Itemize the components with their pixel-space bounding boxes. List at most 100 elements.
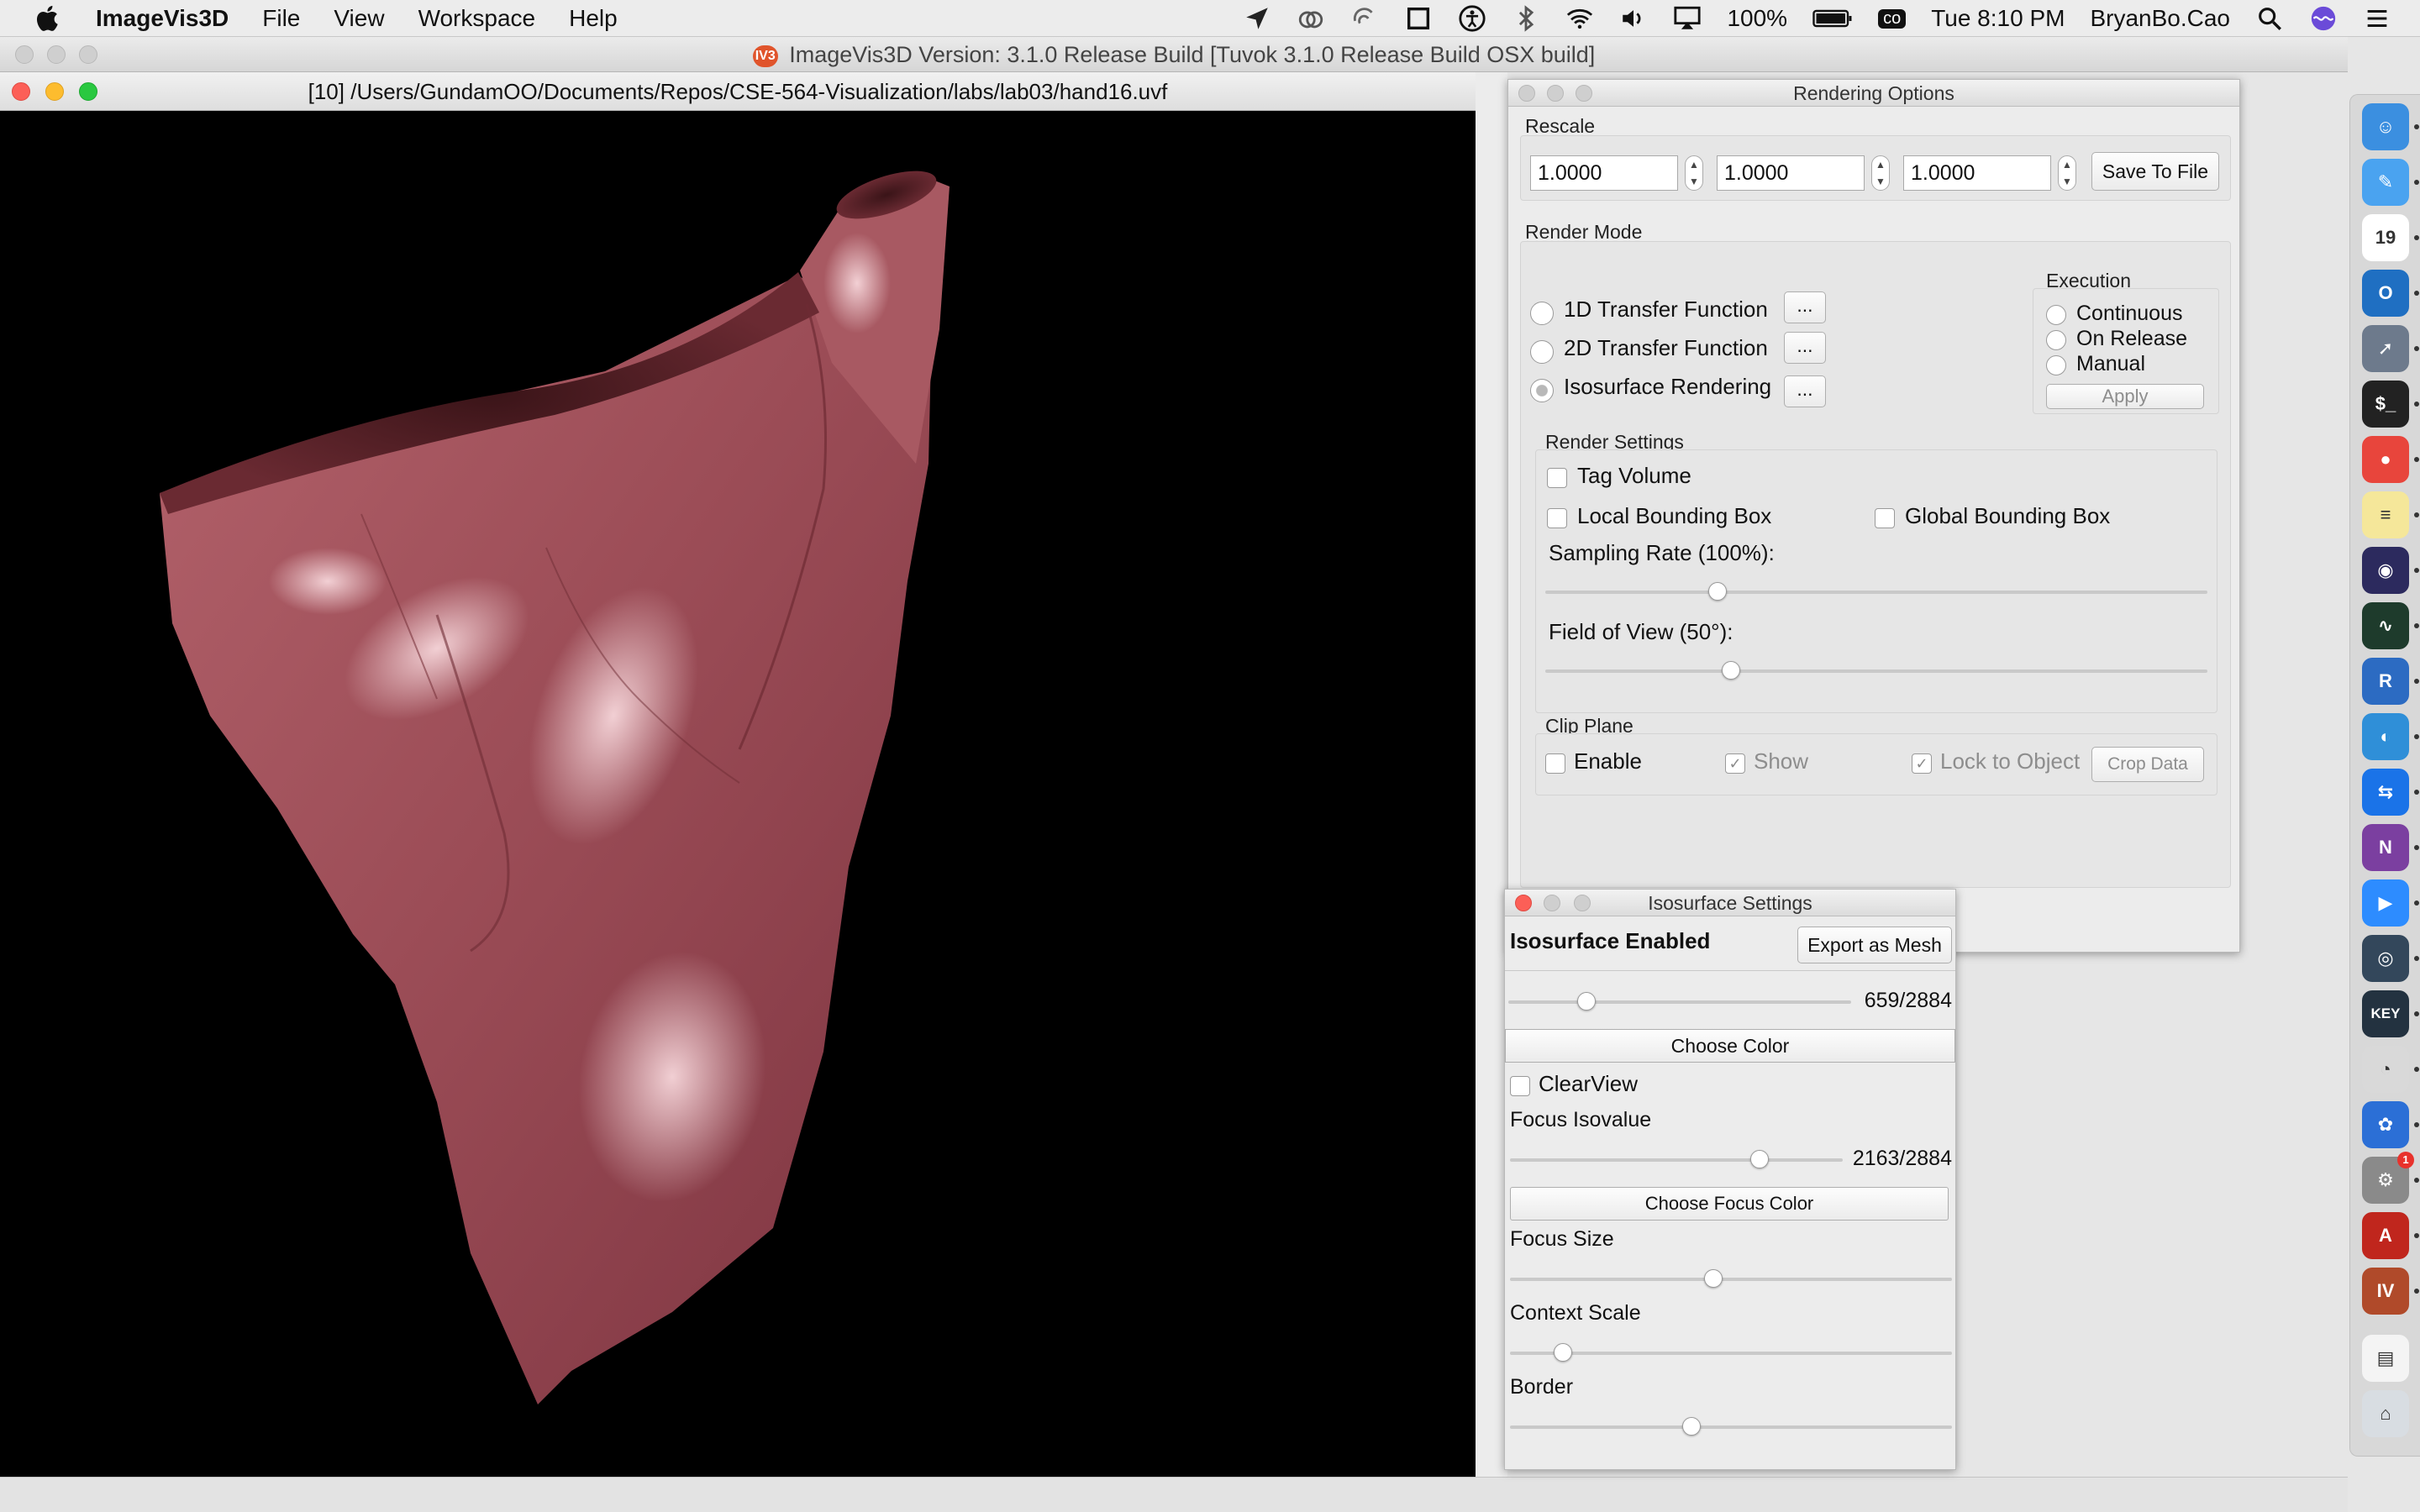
apple-menu-icon[interactable] xyxy=(34,3,64,34)
launchpad-icon[interactable]: ➚ xyxy=(2362,325,2409,372)
execution-continuous-radio[interactable] xyxy=(2046,305,2066,325)
execution-on-release-radio[interactable] xyxy=(2046,330,2066,350)
rendering-options-titlebar[interactable]: Rendering Options xyxy=(1508,80,2239,107)
field-of-view-track[interactable] xyxy=(1545,669,2207,673)
border-track[interactable] xyxy=(1510,1425,1952,1429)
rendering-options-minimize-button[interactable] xyxy=(1547,85,1564,102)
bluetooth-icon[interactable] xyxy=(1512,4,1540,33)
rescale-x-input[interactable]: 1.0000 xyxy=(1530,155,1678,191)
location-icon[interactable] xyxy=(1243,4,1271,33)
teamviewer-icon[interactable]: ⇆ xyxy=(2362,769,2409,816)
nuclear-icon[interactable]: ◔ xyxy=(2362,1046,2409,1093)
colors-icon[interactable]: ✿ xyxy=(2362,1101,2409,1148)
mode-2d-tf-more-button[interactable]: ... xyxy=(1784,332,1826,364)
choose-color-button[interactable]: Choose Color xyxy=(1505,1029,1955,1063)
rescale-y-input[interactable]: 1.0000 xyxy=(1717,155,1865,191)
running-indicator xyxy=(2414,1233,2419,1238)
local-bbox-checkbox[interactable] xyxy=(1547,508,1567,528)
mode-1d-tf-more-button[interactable]: ... xyxy=(1784,291,1826,323)
rescale-z-stepper[interactable]: ▲ ▼ xyxy=(2058,155,2076,191)
isovalue-slider-handle[interactable] xyxy=(1577,992,1597,1011)
rescale-y-stepper[interactable]: ▲ ▼ xyxy=(1871,155,1890,191)
document-icon[interactable]: ▤ xyxy=(2362,1335,2409,1382)
export-as-mesh-button[interactable]: Export as Mesh xyxy=(1797,927,1952,963)
rescale-z-input[interactable]: 1.0000 xyxy=(1903,155,2051,191)
main-window-titlebar[interactable]: IV3 ImageVis3D Version: 3.1.0 Release Bu… xyxy=(0,37,2348,72)
clip-show-checkbox[interactable]: ✓ xyxy=(1725,753,1745,774)
apply-button[interactable]: Apply xyxy=(2046,384,2204,409)
isosurface-settings-titlebar[interactable]: Isosurface Settings xyxy=(1505,890,1955,916)
isosurface-minimize-button[interactable] xyxy=(1544,895,1560,911)
spotlight-icon[interactable] xyxy=(2255,4,2284,33)
menu-view[interactable]: View xyxy=(334,5,384,32)
calendar-icon[interactable]: 19 xyxy=(2362,214,2409,261)
isovalue-track[interactable] xyxy=(1508,1000,1851,1004)
outlook-icon[interactable]: O xyxy=(2362,270,2409,317)
tag-volume-checkbox[interactable] xyxy=(1547,468,1567,488)
wifi-icon[interactable] xyxy=(1565,4,1594,33)
mode-2d-tf-radio[interactable] xyxy=(1530,340,1554,364)
border-slider-handle[interactable] xyxy=(1681,1417,1701,1436)
r-icon[interactable]: R xyxy=(2362,658,2409,705)
user-menu[interactable]: BryanBo.Cao xyxy=(2090,5,2230,32)
mode-1d-tf-radio[interactable] xyxy=(1530,302,1554,325)
crop-data-button[interactable]: Crop Data xyxy=(2091,747,2204,782)
save-to-file-button[interactable]: Save To File xyxy=(2091,152,2219,191)
siri-icon[interactable] xyxy=(2309,4,2338,33)
rescale-x-stepper[interactable]: ▲ ▼ xyxy=(1685,155,1703,191)
pen-app-icon[interactable]: ✎ xyxy=(2362,159,2409,206)
focus-size-slider-handle[interactable] xyxy=(1703,1269,1723,1288)
choose-focus-color-button[interactable]: Choose Focus Color xyxy=(1510,1187,1949,1221)
app-menu[interactable]: ImageVis3D xyxy=(96,5,229,32)
mode-isosurface-radio[interactable] xyxy=(1530,379,1554,402)
finder-icon[interactable]: ☺ xyxy=(2362,103,2409,150)
menu-file[interactable]: File xyxy=(262,5,300,32)
eclipse-icon[interactable]: ◉ xyxy=(2362,547,2409,594)
focus-isovalue-slider-handle[interactable] xyxy=(1750,1150,1769,1168)
notes-icon[interactable]: ≡ xyxy=(2362,491,2409,538)
volume-render-viewport[interactable] xyxy=(0,111,1476,1477)
onenote-icon[interactable]: N xyxy=(2362,824,2409,871)
quicktime-icon[interactable]: ◎ xyxy=(2362,935,2409,982)
rendering-options-close-button[interactable] xyxy=(1518,85,1535,102)
chrome-icon[interactable]: ● xyxy=(2362,436,2409,483)
global-bbox-checkbox[interactable] xyxy=(1875,508,1895,528)
imagevis3d-icon[interactable]: IV xyxy=(2362,1268,2409,1315)
isosurface-zoom-button[interactable] xyxy=(1574,895,1591,911)
sampling-rate-slider-handle[interactable] xyxy=(1707,582,1727,601)
clip-lock-checkbox[interactable]: ✓ xyxy=(1912,753,1932,774)
focus-size-track[interactable] xyxy=(1510,1278,1952,1281)
field-of-view-slider-handle[interactable] xyxy=(1721,661,1740,680)
accessibility-icon[interactable] xyxy=(1458,4,1486,33)
render-window-titlebar[interactable]: [10] /Users/GundamOO/Documents/Repos/CSE… xyxy=(0,72,1476,111)
volume-icon[interactable] xyxy=(1619,4,1648,33)
crop-icon[interactable] xyxy=(1404,4,1433,33)
activity-monitor-icon[interactable]: ∿ xyxy=(2362,602,2409,649)
terminal-icon[interactable]: $_ xyxy=(2362,381,2409,428)
trash-icon[interactable]: ⌂ xyxy=(2362,1390,2409,1437)
keynote-icon[interactable]: KEY xyxy=(2362,990,2409,1037)
isosurface-close-button[interactable] xyxy=(1515,895,1532,911)
cc-menu[interactable]: co xyxy=(1878,8,1907,29)
clip-enable-checkbox[interactable] xyxy=(1545,753,1565,774)
sync-icon[interactable] xyxy=(1350,4,1379,33)
rendering-options-zoom-button[interactable] xyxy=(1576,85,1592,102)
execution-manual-radio[interactable] xyxy=(2046,355,2066,375)
menu-workspace[interactable]: Workspace xyxy=(418,5,536,32)
creative-cloud-icon[interactable] xyxy=(1297,4,1325,33)
system-preferences-icon[interactable]: ⚙ 1 xyxy=(2362,1152,2414,1204)
acrobat-icon[interactable]: A xyxy=(2362,1212,2409,1259)
battery-icon[interactable] xyxy=(1812,4,1853,33)
browser-icon[interactable]: ◐ xyxy=(2362,713,2409,760)
menu-help[interactable]: Help xyxy=(569,5,618,32)
notification-center-icon[interactable] xyxy=(2363,4,2391,33)
context-scale-track[interactable] xyxy=(1510,1352,1952,1355)
context-scale-slider-handle[interactable] xyxy=(1554,1343,1573,1362)
mode-isosurface-more-button[interactable]: ... xyxy=(1784,375,1826,407)
zoom-icon[interactable]: ▶ xyxy=(2362,879,2409,927)
sampling-rate-track[interactable] xyxy=(1545,591,2207,594)
focus-isovalue-track[interactable] xyxy=(1510,1158,1843,1162)
clearview-checkbox[interactable] xyxy=(1510,1076,1530,1096)
airplay-icon[interactable] xyxy=(1673,4,1702,33)
clock[interactable]: Tue 8:10 PM xyxy=(1931,5,2065,32)
